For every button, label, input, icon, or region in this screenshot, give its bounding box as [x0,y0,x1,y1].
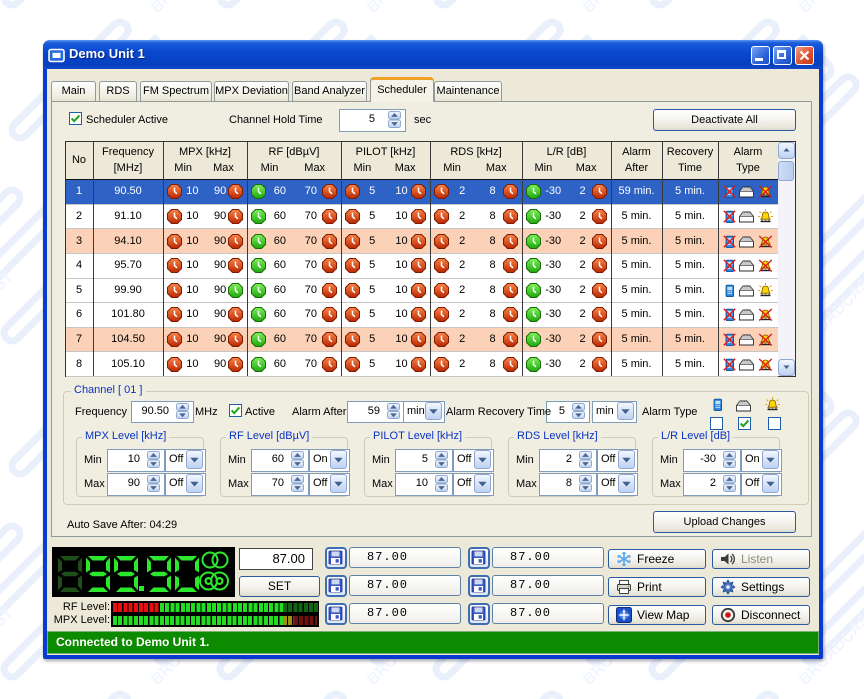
svg-text:BROADCAST: BROADCAST [796,0,864,17]
